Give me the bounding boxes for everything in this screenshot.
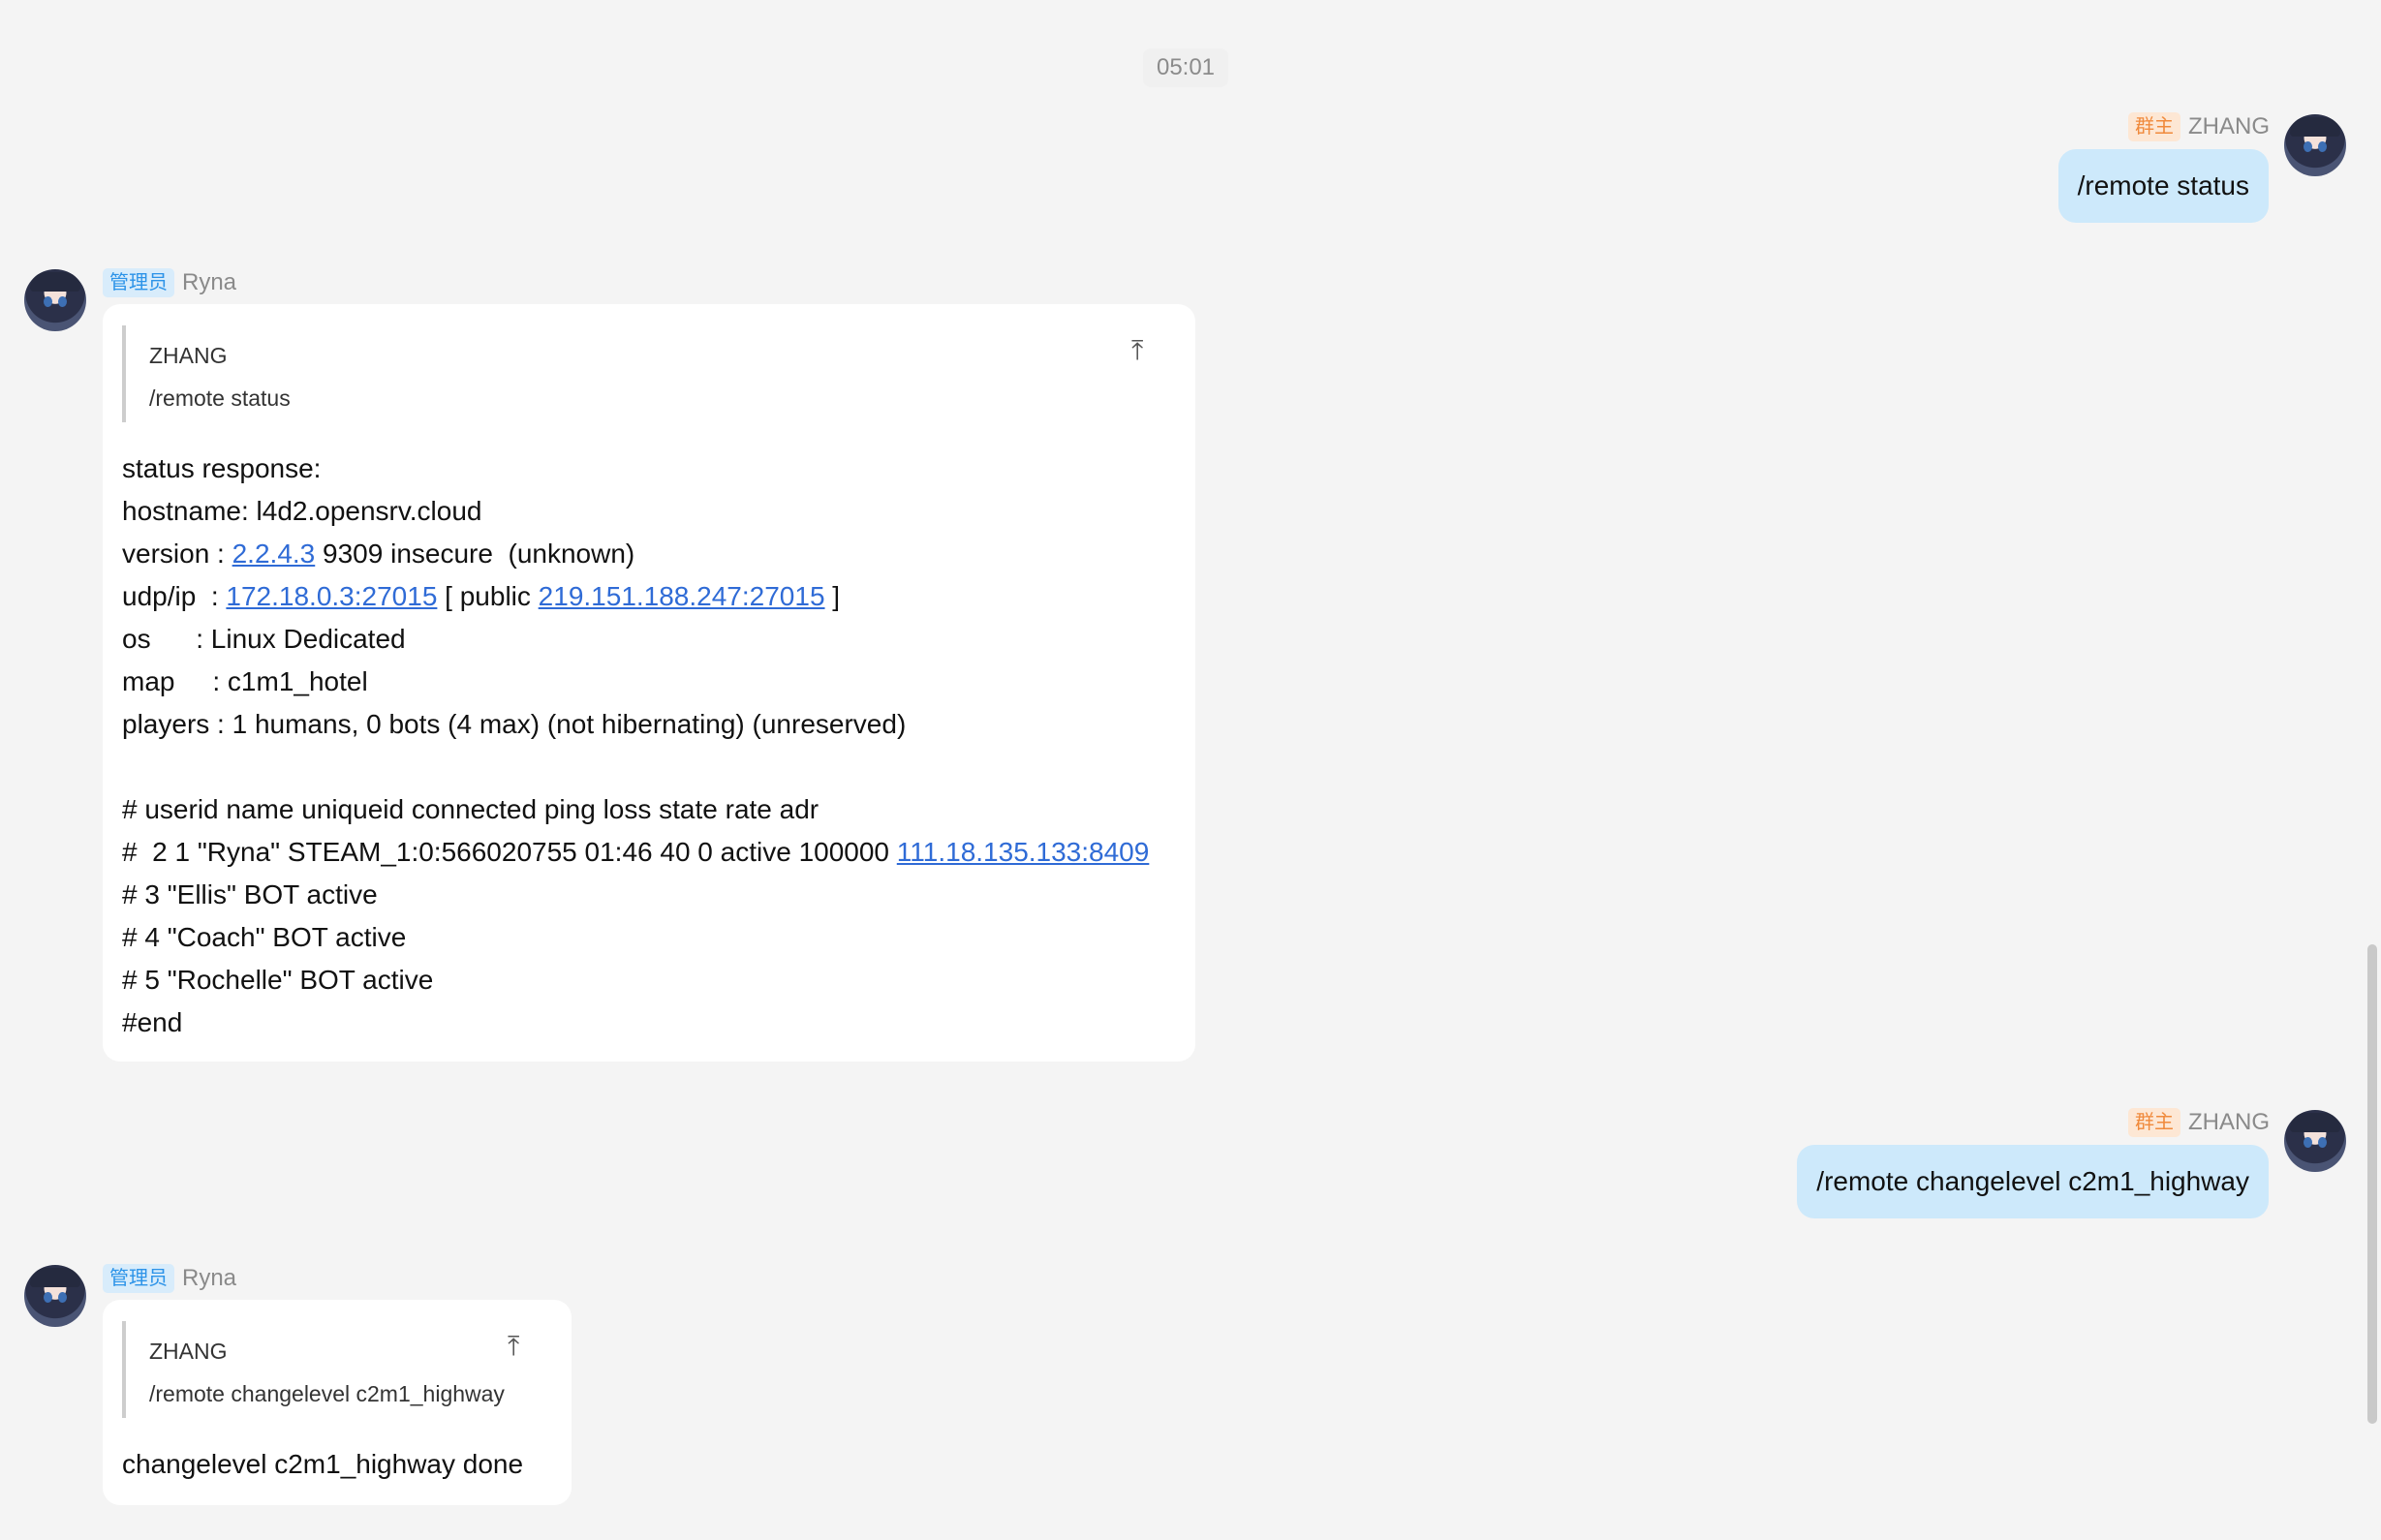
sender-name[interactable]: Ryna [182, 1265, 236, 1292]
owner-badge: 群主 [2128, 1108, 2180, 1137]
admin-badge: 管理员 [103, 268, 174, 297]
quote-text: /remote changelevel c2m1_highway [149, 1381, 505, 1406]
message-body: status response: hostname: l4d2.opensrv.c… [122, 447, 1149, 1044]
message-line: # 3 "Ellis" BOT active [122, 879, 378, 909]
admin-badge: 管理员 [103, 1264, 174, 1293]
quoted-message[interactable]: ZHANG /remote changelevel c2m1_highway [122, 1321, 548, 1418]
message-line: players : 1 humans, 0 bots (4 max) (not … [122, 709, 907, 739]
message-line: # 5 "Rochelle" BOT active [122, 965, 434, 995]
chat-window: 05:01 群主 ZHANG /remote status 管理员 Ryna Z… [0, 0, 2381, 1540]
message-link[interactable]: 219.151.188.247:27015 [539, 581, 825, 611]
message-bubble[interactable]: ZHANG /remote changelevel c2m1_highway ⤒… [103, 1300, 572, 1505]
message-line: hostname: l4d2.opensrv.cloud [122, 496, 482, 526]
message-body: changelevel c2m1_highway done [122, 1443, 523, 1486]
sender-name[interactable]: Ryna [182, 269, 236, 296]
message-link[interactable]: 172.18.0.3:27015 [226, 581, 437, 611]
sender-line: 群主 ZHANG [2128, 1105, 2270, 1140]
message-link[interactable]: 2.2.4.3 [232, 539, 316, 569]
owner-badge: 群主 [2128, 112, 2180, 141]
avatar[interactable] [24, 269, 86, 331]
avatar[interactable] [2284, 1110, 2346, 1172]
scrollbar[interactable] [2367, 944, 2377, 1424]
message-line: udp/ip : 172.18.0.3:27015 [ public 219.1… [122, 581, 841, 611]
quote-author: ZHANG [149, 1339, 228, 1364]
avatar[interactable] [2284, 114, 2346, 176]
message-bubble[interactable]: /remote changelevel c2m1_highway [1797, 1145, 2269, 1218]
quote-text: /remote status [149, 385, 291, 411]
message-link[interactable]: 111.18.135.133:8409 [897, 837, 1150, 867]
message-timestamp: 05:01 [1143, 48, 1228, 87]
sender-line: 群主 ZHANG [2128, 109, 2270, 144]
arrow-to-top-icon[interactable]: ⤒ [1131, 337, 1143, 364]
message-bubble[interactable]: ZHANG /remote status ⤒ status response: h… [103, 304, 1195, 1062]
message-line: map : c1m1_hotel [122, 666, 368, 696]
sender-line: 管理员 Ryna [103, 1261, 236, 1296]
sender-name[interactable]: ZHANG [2188, 1109, 2270, 1136]
quoted-message[interactable]: ZHANG /remote status [122, 325, 1159, 422]
message-line [122, 746, 1149, 788]
message-line: status response: [122, 453, 322, 483]
message-line: # userid name uniqueid connected ping lo… [122, 794, 819, 824]
message-line: os : Linux Dedicated [122, 624, 406, 654]
sender-name[interactable]: ZHANG [2188, 113, 2270, 140]
quote-author: ZHANG [149, 343, 228, 368]
message-bubble[interactable]: /remote status [2057, 149, 2269, 223]
message-line: #end [122, 1007, 183, 1037]
message-line: # 4 "Coach" BOT active [122, 922, 407, 952]
message-line: changelevel c2m1_highway done [122, 1449, 524, 1479]
message-line: version : 2.2.4.3 9309 insecure (unknown… [122, 539, 635, 569]
message-line: # 2 1 "Ryna" STEAM_1:0:566020755 01:46 4… [122, 837, 1150, 867]
sender-line: 管理员 Ryna [103, 265, 236, 300]
arrow-to-top-icon[interactable]: ⤒ [508, 1333, 519, 1360]
avatar[interactable] [24, 1265, 86, 1327]
